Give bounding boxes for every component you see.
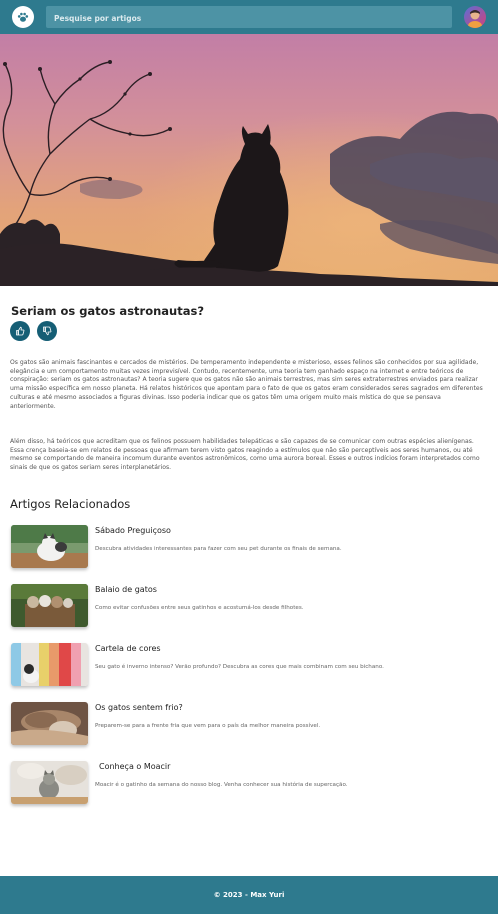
related-article-title[interactable]: Cartela de cores (95, 644, 161, 653)
article-paragraph-2: Além disso, há teóricos que acreditam qu… (10, 438, 480, 472)
related-article-title[interactable]: Os gatos sentem frio? (95, 703, 183, 712)
related-article-thumbnail[interactable] (11, 761, 88, 804)
footer-copyright: © 2023 - Max Yuri (213, 891, 285, 899)
dislike-button[interactable] (37, 321, 57, 341)
thumbs-down-icon (43, 326, 52, 336)
related-article-thumbnail[interactable] (11, 702, 88, 745)
thumbs-up-icon (16, 326, 25, 336)
related-article-title[interactable]: Balaio de gatos (95, 585, 157, 594)
related-article-card[interactable]: Os gatos sentem frio? Preparem-se para a… (11, 702, 489, 746)
paw-logo-icon[interactable] (12, 6, 34, 28)
hero-image-cat-sunset (0, 34, 498, 286)
user-avatar[interactable] (464, 6, 486, 28)
related-article-thumbnail[interactable] (11, 643, 88, 686)
article-paragraph-1: Os gatos são animais fascinantes e cerca… (10, 359, 483, 410)
related-article-title[interactable]: Sábado Preguiçoso (95, 526, 171, 535)
article-title: Seriam os gatos astronautas? (11, 304, 205, 318)
related-article-card[interactable]: Conheça o Moacir Moacir é o gatinho da s… (11, 761, 489, 805)
related-articles-heading: Artigos Relacionados (10, 497, 131, 511)
related-article-description: Moacir é o gatinho da semana do nosso bl… (95, 782, 348, 788)
search-input[interactable] (46, 7, 452, 30)
footer: © 2023 - Max Yuri (0, 876, 498, 914)
related-article-thumbnail[interactable] (11, 584, 88, 627)
related-article-thumbnail[interactable] (11, 525, 88, 568)
related-article-card[interactable]: Cartela de cores Seu gato é inverno inte… (11, 643, 489, 687)
related-article-card[interactable]: Sábado Preguiçoso Descubra atividades in… (11, 525, 489, 569)
related-article-title[interactable]: Conheça o Moacir (99, 762, 170, 771)
like-button[interactable] (10, 321, 30, 341)
top-navbar (0, 0, 498, 34)
related-article-description: Como evitar confusões entre seus gatinho… (95, 605, 304, 611)
related-article-description: Descubra atividades interessantes para f… (95, 546, 342, 552)
search-bar[interactable] (46, 6, 452, 30)
related-article-description: Preparem-se para a frente fria que vem p… (95, 723, 321, 729)
related-article-description: Seu gato é inverno intenso? Verão profun… (95, 664, 384, 670)
related-article-card[interactable]: Balaio de gatos Como evitar confusões en… (11, 584, 489, 628)
